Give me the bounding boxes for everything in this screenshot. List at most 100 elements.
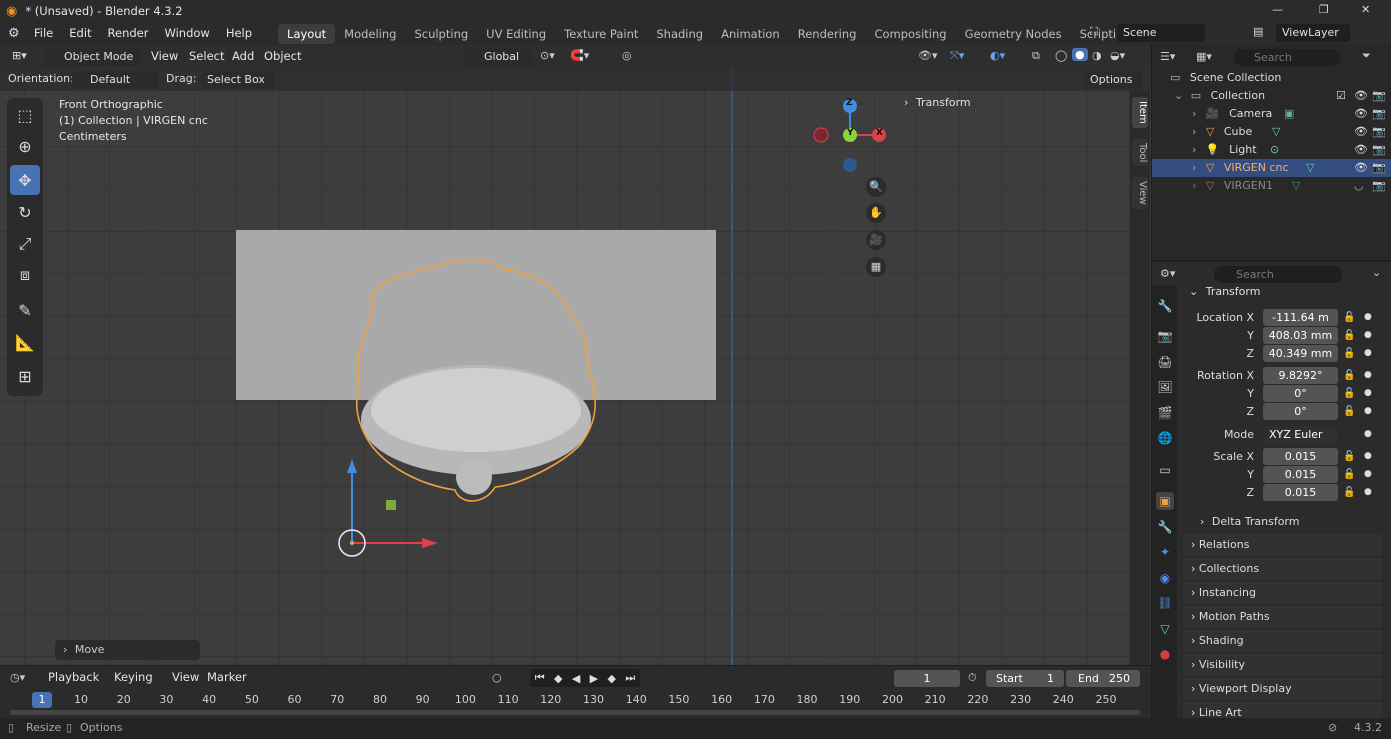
scene-tab-icon[interactable]: 🎬 — [1156, 404, 1174, 422]
eye-icon[interactable]: 👁 — [1354, 141, 1368, 159]
scale-tool-icon[interactable]: ⤢ — [10, 229, 40, 259]
rotation-y-field[interactable]: 0° — [1263, 385, 1338, 402]
annotate-tool-icon[interactable]: ✎ — [10, 295, 40, 325]
view-layer-selector[interactable]: ViewLayer — [1276, 24, 1350, 42]
auto-key-icon[interactable]: ○ — [492, 671, 502, 684]
outliner-editor-icon[interactable]: ☰▾ — [1160, 50, 1175, 63]
add-cube-tool-icon[interactable]: ⊞ — [10, 361, 40, 391]
lock-icon[interactable]: 🔓 — [1343, 466, 1355, 483]
keyframe-dot-icon[interactable]: ● — [1364, 403, 1372, 420]
outliner-item-virgen-cnc[interactable]: › ▽ VIRGEN cnc ▽ 👁 📷 — [1152, 159, 1391, 177]
panel-line-art[interactable]: › Line Art — [1183, 702, 1383, 718]
workspace-tab-modeling[interactable]: Modeling — [335, 24, 405, 44]
proportional-edit-icon[interactable]: ◎ — [622, 49, 632, 62]
workspace-tab-shading[interactable]: Shading — [647, 24, 712, 44]
workspace-tab-layout[interactable]: Layout — [278, 24, 336, 44]
view-layer-tab-icon[interactable]: 🖼 — [1156, 378, 1174, 396]
lock-icon[interactable]: 🔓 — [1343, 327, 1355, 344]
eye-icon[interactable]: 👁 — [1354, 123, 1368, 141]
scale-y-field[interactable]: 0.015 — [1263, 466, 1338, 483]
workspace-tab-rendering[interactable]: Rendering — [789, 24, 866, 44]
render-camera-icon[interactable]: 📷 — [1372, 177, 1386, 195]
transform-orientation-selector[interactable]: Global — [464, 48, 532, 66]
shading-solid-icon[interactable]: ● — [1072, 48, 1088, 61]
render-camera-icon[interactable]: 📷 — [1372, 87, 1386, 105]
panel-relations[interactable]: › Relations — [1183, 534, 1383, 556]
display-mode-icon[interactable]: ▦▾ — [1196, 50, 1212, 63]
shading-material-icon[interactable]: ◑ — [1092, 49, 1102, 62]
eye-closed-icon[interactable]: ◡ — [1354, 177, 1364, 195]
view-layer-icon[interactable]: ▤ — [1253, 25, 1263, 38]
scale-z-field[interactable]: 0.015 — [1263, 484, 1338, 501]
properties-editor-icon[interactable]: ⚙▾ — [1160, 267, 1175, 280]
keyframe-dot-icon[interactable]: ● — [1364, 309, 1372, 326]
start-frame-field[interactable]: Start 1 — [986, 670, 1064, 687]
prev-keyframe-icon[interactable]: ◆ — [554, 672, 562, 685]
world-tab-icon[interactable]: 🌐 — [1156, 429, 1174, 447]
drag-selector[interactable]: Select Box — [201, 71, 275, 89]
cursor-tool-icon[interactable]: ⊕ — [10, 131, 40, 161]
blender-menu-icon[interactable]: ⚙ — [8, 26, 26, 41]
sidebar-tab-view[interactable]: View — [1132, 177, 1148, 209]
mode-selector[interactable]: Object Mode — [44, 48, 142, 66]
keyframe-dot-icon[interactable]: ● — [1364, 345, 1372, 362]
zoom-icon[interactable]: 🔍 — [866, 177, 886, 197]
outliner-collection[interactable]: ⌄ ▭ Collection ☑ 👁 📷 — [1152, 87, 1391, 105]
physics-tab-icon[interactable]: ◉ — [1156, 569, 1174, 587]
pan-hand-icon[interactable]: ✋ — [866, 203, 886, 223]
viewport-menu-object[interactable]: Object — [256, 45, 309, 67]
workspace-tab-animation[interactable]: Animation — [712, 24, 789, 44]
lock-icon[interactable]: 🔓 — [1343, 309, 1355, 326]
render-camera-icon[interactable]: 📷 — [1372, 141, 1386, 159]
viewport-menu-view[interactable]: View — [143, 45, 186, 67]
play-icon[interactable]: ▶ — [590, 672, 598, 685]
rotation-x-field[interactable]: 9.8292° — [1263, 367, 1338, 384]
lock-icon[interactable]: 🔓 — [1343, 367, 1355, 384]
pivot-icon[interactable]: ⊙▾ — [540, 49, 555, 62]
overlay-toggle-icon[interactable]: ◐▾ — [990, 49, 1005, 62]
next-keyframe-icon[interactable]: ◆ — [608, 672, 616, 685]
workspace-tab-compositing[interactable]: Compositing — [865, 24, 955, 44]
delta-transform-subpanel[interactable]: › Delta Transform — [1200, 513, 1380, 531]
lock-icon[interactable]: 🔓 — [1343, 385, 1355, 402]
stopwatch-icon[interactable]: ⏱ — [968, 671, 977, 685]
material-tab-icon[interactable]: ● — [1156, 645, 1174, 663]
menu-window[interactable]: Window — [156, 22, 217, 45]
last-operator-panel[interactable]: › Move — [55, 640, 200, 660]
current-frame-field[interactable]: 1 — [894, 670, 960, 687]
eye-icon[interactable]: 👁 — [1354, 87, 1368, 105]
particles-tab-icon[interactable]: ✦ — [1156, 543, 1174, 561]
gizmo-toggle-icon[interactable]: ⤧▾ — [950, 49, 964, 63]
lock-icon[interactable]: 🔓 — [1343, 403, 1355, 420]
workspace-tab-texture-paint[interactable]: Texture Paint — [555, 24, 647, 44]
scene-icon[interactable]: ⛶ — [1090, 25, 1098, 39]
menu-help[interactable]: Help — [218, 22, 260, 45]
move-tool-icon[interactable]: ✥ — [10, 165, 40, 195]
object-tab-icon[interactable]: ▣ — [1156, 492, 1174, 510]
close-button[interactable]: ✕ — [1361, 3, 1370, 16]
menu-edit[interactable]: Edit — [61, 22, 99, 45]
keyframe-dot-icon[interactable]: ● — [1364, 327, 1372, 344]
minimize-button[interactable]: — — [1272, 3, 1283, 16]
shading-rendered-icon[interactable]: ◒▾ — [1110, 49, 1125, 62]
panel-visibility[interactable]: › Visibility — [1183, 654, 1383, 676]
render-camera-icon[interactable]: 📷 — [1372, 123, 1386, 141]
scene-selector[interactable]: Scene — [1117, 24, 1205, 42]
modifier-tab-icon[interactable]: 🔧 — [1156, 518, 1174, 536]
keyframe-dot-icon[interactable]: ● — [1364, 426, 1372, 443]
filter-icon[interactable]: ⏷ — [1362, 49, 1371, 63]
timeline-menu-keying[interactable]: Keying — [106, 666, 161, 688]
panel-motion-paths[interactable]: › Motion Paths — [1183, 606, 1383, 628]
outliner-scene-collection[interactable]: ▭ Scene Collection — [1152, 69, 1391, 87]
lock-icon[interactable]: 🔓 — [1343, 448, 1355, 465]
data-tab-icon[interactable]: ▽ — [1156, 620, 1174, 638]
outliner-item-camera[interactable]: › 🎥 Camera ▣ 👁 📷 — [1152, 105, 1391, 123]
lock-icon[interactable]: 🔓 — [1343, 345, 1355, 362]
ortho-grid-icon[interactable]: ▦ — [866, 257, 886, 277]
keyframe-dot-icon[interactable]: ● — [1364, 448, 1372, 465]
checkbox-icon[interactable]: ☑ — [1336, 87, 1346, 105]
outliner-search[interactable]: Search — [1234, 49, 1340, 66]
eye-icon[interactable]: 👁 — [1354, 159, 1368, 177]
sidebar-tab-tool[interactable]: Tool — [1132, 139, 1148, 167]
keyframe-dot-icon[interactable]: ● — [1364, 367, 1372, 384]
